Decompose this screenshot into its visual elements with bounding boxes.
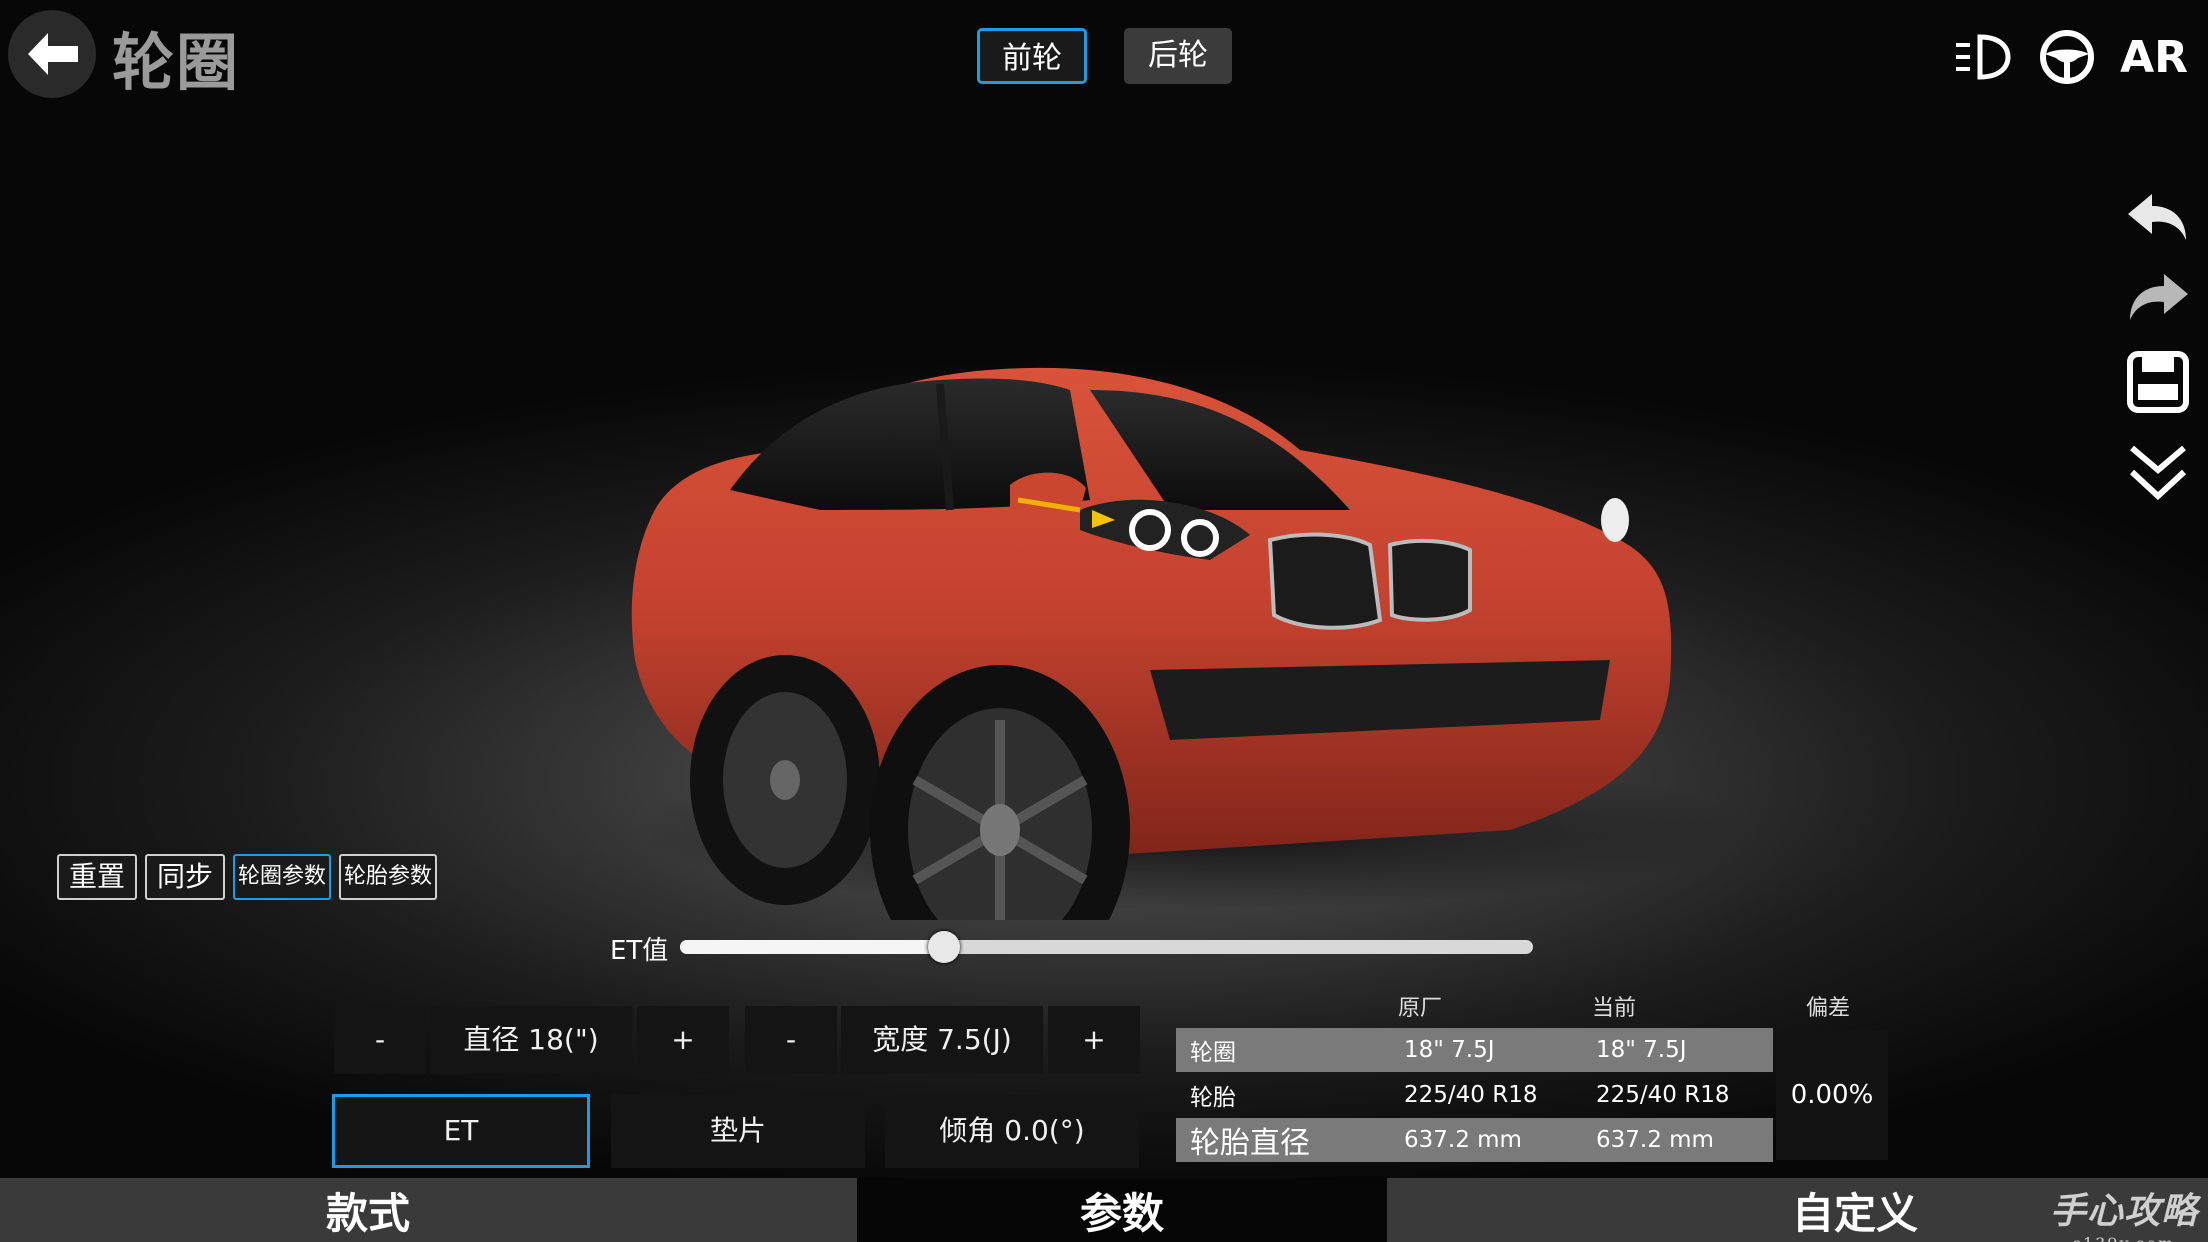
spacer-tab-button[interactable]: 垫片 [611,1094,865,1168]
spec-row-tire: 轮胎 225/40 R18 225/40 R18 [1176,1073,1773,1117]
spec-row-original: 637.2 mm [1404,1127,1522,1153]
watermark-main: 手心攻略 [2049,1191,2198,1232]
et-slider-fill [680,940,945,954]
headlight-icon[interactable] [1952,31,2014,83]
width-decrease-button[interactable]: - [745,1006,837,1074]
et-slider-label: ET值 [610,936,669,966]
camber-tab-button[interactable]: 倾角 0.0(°) [885,1094,1139,1168]
undo-icon[interactable] [2126,190,2190,244]
tab-style[interactable]: 款式 [0,1178,857,1242]
et-tab-button[interactable]: ET [332,1094,590,1168]
spec-row-current: 225/40 R18 [1596,1082,1730,1108]
spec-header-deviation: 偏差 [1806,996,1851,1021]
watermark-sub: s139y.com [2050,1234,2198,1242]
spec-row-current: 637.2 mm [1596,1127,1714,1153]
tab-params[interactable]: 参数 [856,1178,1388,1242]
et-slider[interactable] [680,931,1533,963]
rim-params-button[interactable]: 轮圈参数 [233,854,332,900]
reset-button[interactable]: 重置 [57,854,138,900]
car-viewer-scene[interactable]: 轮圈 前轮 后轮 AR 重置 同步 轮圈参数 轮胎参数 ET值 - 直径 18(… [0,0,2208,1242]
arrow-left-icon [28,33,78,75]
spec-row-current: 18" 7.5J [1596,1037,1687,1063]
collapse-chevron-icon[interactable] [2126,440,2190,504]
diameter-decrease-button[interactable]: - [334,1006,426,1074]
steering-wheel-icon[interactable] [2038,28,2096,86]
car-3d-model[interactable] [610,360,1780,920]
top-bar: 轮圈 前轮 后轮 AR [0,0,2208,110]
spec-row-name: 轮圈 [1190,1040,1236,1066]
top-right-tools: AR [1952,28,2188,86]
tire-params-button[interactable]: 轮胎参数 [339,854,438,900]
save-icon[interactable] [2126,350,2190,414]
back-button[interactable] [8,10,96,98]
width-increase-button[interactable]: + [1048,1006,1140,1074]
spec-row-name: 轮胎直径 [1190,1126,1310,1161]
sync-button[interactable]: 同步 [145,854,226,900]
spec-row-original: 18" 7.5J [1404,1037,1495,1063]
watermark: 手心攻略 s139y.com [2050,1182,2198,1242]
diameter-increase-button[interactable]: + [637,1006,729,1074]
width-value: 宽度 7.5(J) [841,1006,1043,1074]
rear-wheel-tab[interactable]: 后轮 [1124,28,1232,84]
page-title: 轮圈 [112,26,241,99]
deviation-value: 0.00% [1776,1030,1888,1160]
diameter-value: 直径 18(") [430,1006,632,1074]
spec-row-name: 轮胎 [1190,1085,1236,1111]
spec-header-original: 原厂 [1398,996,1443,1021]
redo-icon[interactable] [2126,270,2190,324]
param-button-group: 重置 同步 轮圈参数 轮胎参数 [57,854,438,900]
spec-row-tire-diameter: 轮胎直径 637.2 mm 637.2 mm [1176,1118,1773,1162]
spec-header-current: 当前 [1592,996,1637,1021]
front-wheel-tab[interactable]: 前轮 [977,28,1087,84]
et-slider-thumb[interactable] [928,931,961,963]
side-toolbar [2126,190,2190,504]
spec-row-original: 225/40 R18 [1404,1082,1538,1108]
spec-row-rim: 轮圈 18" 7.5J 18" 7.5J [1176,1028,1773,1072]
bottom-tab-bar: 款式 参数 自定义 [0,1178,2208,1242]
ar-button[interactable]: AR [2120,32,2188,83]
